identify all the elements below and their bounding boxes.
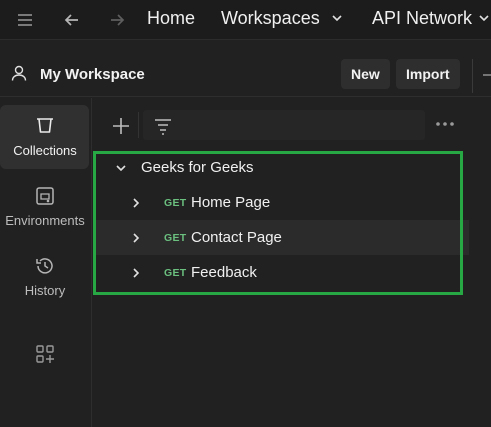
more-options-icon[interactable] [435, 121, 455, 127]
request-name: Feedback [191, 264, 257, 281]
request-name: Home Page [191, 194, 271, 211]
top-bar: Home Workspaces API Network [0, 0, 491, 40]
sidebar-item-collections[interactable]: Collections [0, 105, 89, 169]
forward-arrow-icon[interactable] [107, 10, 127, 30]
workspaces-menu[interactable]: Workspaces [221, 8, 320, 29]
plus-icon[interactable] [111, 116, 131, 136]
sidebar-item-label: Environments [5, 213, 85, 228]
request-item[interactable]: GET Contact Page [93, 220, 469, 255]
home-link[interactable]: Home [147, 8, 195, 29]
collapse-icon[interactable] [483, 71, 491, 79]
chevron-right-icon[interactable] [129, 231, 143, 245]
environments-icon [36, 187, 54, 205]
collection-name: Geeks for Geeks [141, 159, 254, 176]
divider [472, 59, 473, 93]
sidebar-item-environments[interactable]: Environments [0, 175, 90, 239]
collection-tree: Geeks for Geeks GET Home Page GET Contac… [93, 150, 491, 290]
sidebar: Collections Environments History [0, 98, 92, 427]
sidebar-item-label: Collections [13, 143, 77, 158]
history-icon [36, 258, 53, 274]
new-button[interactable]: New [341, 59, 390, 89]
configure-sidebar-icon[interactable] [34, 343, 56, 365]
import-button[interactable]: Import [396, 59, 460, 89]
chevron-down-icon[interactable] [114, 161, 128, 175]
sidebar-item-label: History [24, 283, 66, 298]
collection-item[interactable]: Geeks for Geeks [93, 150, 469, 185]
user-icon [11, 65, 27, 81]
collections-toolbar [93, 98, 491, 146]
workspace-title: My Workspace [40, 66, 145, 83]
filter-icon[interactable] [153, 116, 173, 136]
chevron-down-icon [479, 15, 489, 22]
method-badge: GET [164, 197, 187, 209]
sidebar-item-history[interactable]: History [0, 245, 90, 309]
request-item[interactable]: GET Home Page [93, 185, 469, 220]
workspace-header: My Workspace New Import [0, 41, 491, 97]
back-arrow-icon[interactable] [62, 10, 82, 30]
method-badge: GET [164, 267, 187, 279]
chevron-down-icon [332, 15, 342, 22]
chevron-right-icon[interactable] [129, 266, 143, 280]
divider [138, 112, 139, 138]
request-name: Contact Page [191, 229, 282, 246]
request-item[interactable]: GET Feedback [93, 255, 469, 290]
api-network-menu[interactable]: API Network [372, 8, 472, 29]
search-input[interactable] [143, 110, 425, 140]
hamburger-menu-icon[interactable] [15, 10, 35, 30]
chevron-right-icon[interactable] [129, 196, 143, 210]
collections-icon [37, 118, 53, 133]
method-badge: GET [164, 232, 187, 244]
